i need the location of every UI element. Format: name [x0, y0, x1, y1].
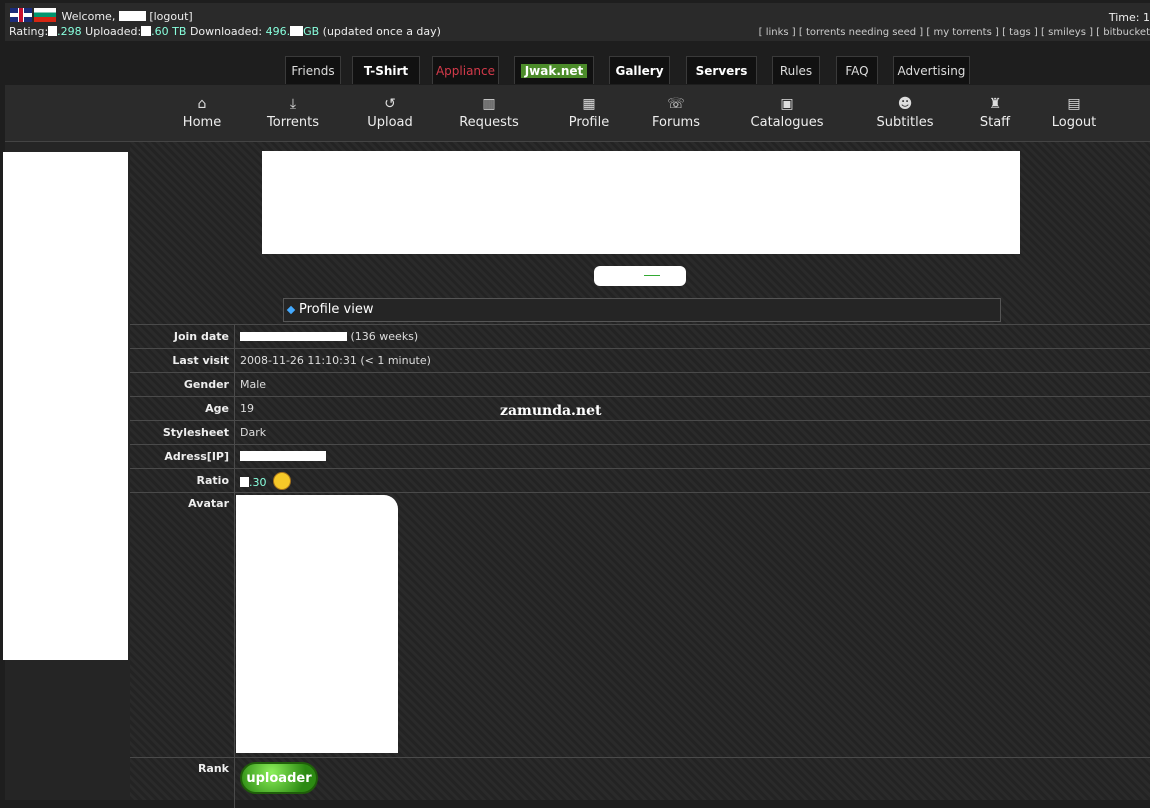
downloaded-label: Downloaded: [190, 25, 262, 38]
rating-label: Rating: [9, 25, 48, 38]
gender-value: Male [235, 373, 1150, 397]
rating-redacted [48, 26, 57, 36]
ip-value [235, 445, 1150, 469]
link-smileys[interactable]: [ smileys ] [1041, 27, 1093, 38]
link-torrents-needing-seed[interactable]: [ torrents needing seed ] [799, 27, 923, 38]
stylesheet-label: Stylesheet [130, 421, 235, 445]
menu-home[interactable]: ⌂Home [180, 95, 224, 130]
home-icon: ⌂ [180, 95, 224, 113]
row-last-visit: Last visit 2008-11-26 11:10:31 (< 1 minu… [130, 349, 1150, 373]
username-redacted-blob [594, 266, 686, 286]
join-date-label: Join date [130, 325, 235, 349]
jwak-badge: Jwak.net [521, 64, 588, 78]
ip-label: Adress[IP] [130, 445, 235, 469]
row-join-date: Join date (136 weeks) [130, 325, 1150, 349]
link-bitbucket[interactable]: [ bitbucket [1096, 27, 1150, 38]
uk-flag-icon[interactable] [10, 8, 32, 22]
tab-tshirt[interactable]: T-Shirt [352, 56, 420, 84]
watermark: zamunda.net [500, 403, 601, 419]
rank-cell [235, 758, 1150, 808]
uploader-rank-badge: uploader [240, 762, 318, 794]
link-my-torrents[interactable]: [ my torrents ] [926, 27, 999, 38]
menu-staff[interactable]: ♜Staff [975, 95, 1015, 130]
subtitles-icon: ☻ [872, 95, 938, 113]
ratio-redacted [240, 477, 249, 487]
welcome-line: Welcome, [logout] [10, 8, 193, 23]
top-status-bar: Welcome, [logout] Rating: .298 Uploaded:.… [5, 3, 1150, 41]
top-tabs: Friends T-Shirt Appliance Jwak.net Galle… [0, 56, 1150, 84]
downloaded-redacted [290, 26, 303, 36]
avatar-label: Avatar [130, 493, 235, 758]
banner-redacted [262, 151, 1020, 254]
profile-view-title: Profile view [299, 302, 374, 317]
link-tags[interactable]: [ tags ] [1002, 27, 1038, 38]
upload-icon: ↺ [365, 95, 415, 113]
menu-upload[interactable]: ↺Upload [365, 95, 415, 130]
left-ad-redacted [3, 152, 128, 660]
uploaded-redacted [141, 26, 151, 36]
downloaded-value: 496. [266, 25, 291, 38]
menu-forums[interactable]: ☏Forums [648, 95, 704, 130]
quick-links: [ links ] [ torrents needing seed ] [ my… [759, 27, 1150, 38]
main-menu: ⌂Home ⤓Torrents ↺Upload ▥Requests ▦Profi… [5, 85, 1150, 142]
gender-label: Gender [130, 373, 235, 397]
row-ratio: Ratio .30 [130, 469, 1150, 493]
updated-note: (updated once a day) [323, 25, 441, 38]
tab-servers[interactable]: Servers [686, 56, 757, 84]
forums-icon: ☏ [648, 95, 704, 113]
downloaded-unit: GB [303, 25, 319, 38]
join-date-value: (136 weeks) [235, 325, 1150, 349]
tab-jwak[interactable]: Jwak.net [514, 56, 594, 84]
requests-icon: ▥ [455, 95, 523, 113]
age-value: 19 [235, 397, 1150, 421]
logout-icon: ▤ [1045, 95, 1103, 113]
age-label: Age [130, 397, 235, 421]
download-icon: ⤓ [260, 95, 326, 113]
username-redacted [119, 11, 146, 21]
ratio-value: .30 [235, 469, 1150, 493]
menu-profile[interactable]: ▦Profile [565, 95, 613, 130]
menu-subtitles[interactable]: ☻Subtitles [872, 95, 938, 130]
last-visit-value: 2008-11-26 11:10:31 (< 1 minute) [235, 349, 1150, 373]
link-links[interactable]: [ links ] [759, 27, 796, 38]
ratio-label: Ratio [130, 469, 235, 493]
row-stylesheet: Stylesheet Dark [130, 421, 1150, 445]
tab-faq[interactable]: FAQ [836, 56, 878, 84]
rating-value: .298 [57, 25, 82, 38]
tab-friends[interactable]: Friends [285, 56, 341, 84]
tab-advertising[interactable]: Advertising [893, 56, 970, 84]
row-ip: Adress[IP] [130, 445, 1150, 469]
profile-icon: ▦ [565, 95, 613, 113]
menu-torrents[interactable]: ⤓Torrents [260, 95, 326, 130]
tab-rules[interactable]: Rules [772, 56, 820, 84]
divider [644, 275, 660, 276]
server-time: Time: 1 [1109, 11, 1150, 24]
menu-catalogues[interactable]: ▣Catalogues [746, 95, 828, 130]
tab-gallery[interactable]: Gallery [609, 56, 670, 84]
logout-link[interactable]: [logout] [149, 10, 192, 23]
row-age: Age 19 [130, 397, 1150, 421]
avatar-image-redacted [236, 495, 398, 753]
menu-logout[interactable]: ▤Logout [1045, 95, 1103, 130]
welcome-text: Welcome, [62, 10, 116, 23]
uploaded-label: Uploaded: [85, 25, 141, 38]
rank-label: Rank [130, 758, 235, 808]
last-visit-label: Last visit [130, 349, 235, 373]
film-icon: ▣ [746, 95, 828, 113]
diamond-icon [287, 306, 295, 314]
row-gender: Gender Male [130, 373, 1150, 397]
uploaded-value: .60 TB [151, 25, 186, 38]
menu-requests[interactable]: ▥Requests [455, 95, 523, 130]
stylesheet-value: Dark [235, 421, 1150, 445]
join-date-redacted [240, 332, 347, 341]
smiley-icon [273, 472, 291, 490]
profile-view-header: Profile view [283, 298, 1001, 322]
bg-flag-icon[interactable] [34, 8, 56, 22]
stats-line: Rating:.298 Uploaded:.60 TB Downloaded: … [9, 25, 441, 38]
tab-appliance[interactable]: Appliance [432, 56, 499, 84]
ip-redacted [240, 451, 326, 461]
staff-icon: ♜ [975, 95, 1015, 113]
